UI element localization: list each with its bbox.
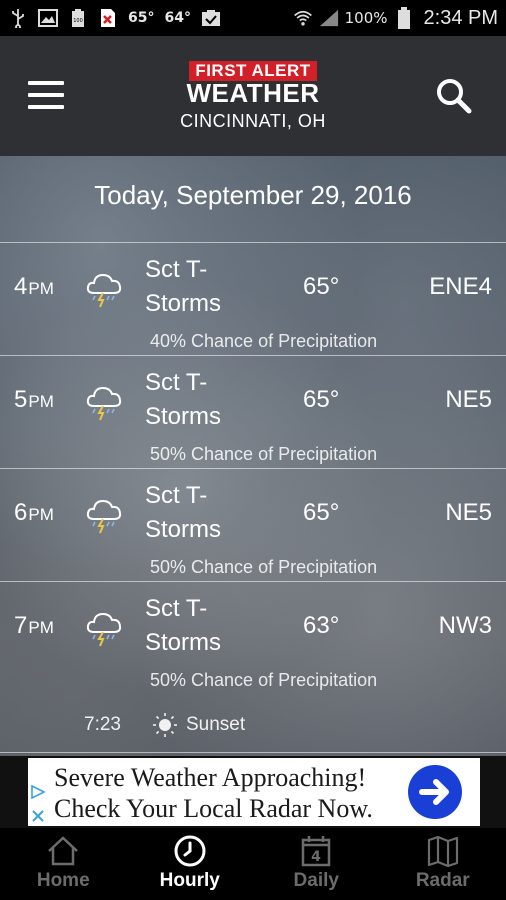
- nav-daily-label: Daily: [293, 870, 339, 891]
- divider: [0, 752, 506, 753]
- hourly-row[interactable]: 7PM Sct T- Storms 63° NW3 50% Chance of Preci…: [0, 582, 506, 694]
- temperature: 63°: [303, 612, 340, 639]
- hour-label: 6PM: [14, 499, 54, 527]
- precip-chance: 40% Chance of Precipitation: [150, 331, 378, 351]
- hour-value: 5: [14, 386, 28, 413]
- hour-ampm: PM: [28, 392, 54, 411]
- thunderstorm-cloud-icon: [86, 273, 122, 308]
- battery-icon: [394, 7, 414, 29]
- map-icon: [427, 835, 458, 868]
- ad-text: Severe Weather Approaching! Check Your L…: [54, 762, 373, 824]
- condition-line-2: Storms: [145, 290, 222, 317]
- hour-value: 4: [14, 273, 28, 300]
- clock-icon: [174, 835, 206, 867]
- ad-go-button[interactable]: [408, 765, 462, 819]
- wind: ENE4: [429, 273, 492, 300]
- sun-icon: [153, 713, 177, 737]
- temperature: 65°: [303, 499, 340, 526]
- date-title: Today, September 29, 2016: [94, 180, 412, 210]
- precip-chance: 50% Chance of Precipitation: [150, 557, 378, 577]
- sunset-row: 7:23 Sunset: [0, 708, 506, 748]
- ad-banner: Severe Weather Approaching! Check Your L…: [0, 756, 506, 828]
- nav-home-label: Home: [36, 870, 90, 891]
- nav-home[interactable]: Home: [0, 828, 127, 900]
- hourly-row[interactable]: 6PM Sct T- Storms 65° NE5 50% Chance of Preci…: [0, 469, 506, 581]
- nav-hourly[interactable]: Hourly: [127, 828, 254, 900]
- status-bar-left: 100 65° 64°: [8, 8, 221, 28]
- temperature: 65°: [303, 386, 340, 413]
- hour-label: 5PM: [14, 386, 54, 414]
- ad-choices-icon[interactable]: [28, 784, 48, 826]
- status-temp-1: 65°: [128, 10, 155, 26]
- nav-radar-label: Radar: [415, 870, 470, 891]
- wind: NE5: [445, 499, 492, 526]
- home-icon: [48, 836, 79, 866]
- hour-ampm: PM: [28, 279, 54, 298]
- ad-content[interactable]: Severe Weather Approaching! Check Your L…: [28, 758, 480, 826]
- condition-label: Sct T- Storms: [145, 592, 285, 660]
- hour-value: 7: [14, 612, 28, 639]
- calendar-icon: 4: [302, 836, 331, 867]
- status-bar-right: 100% 2:34 PM: [293, 7, 498, 30]
- error-icon: [98, 8, 118, 28]
- condition-line-1: Sct T-: [145, 369, 208, 396]
- svg-text:100: 100: [73, 18, 83, 24]
- precip-chance: 50% Chance of Precipitation: [150, 444, 378, 464]
- search-icon: [437, 79, 472, 114]
- hourly-row[interactable]: 5PM Sct T- Storms 65° NE5 50% Chance of Preci…: [0, 356, 506, 468]
- hour-label: 4PM: [14, 273, 54, 301]
- ad-line-1: Severe Weather Approaching!: [54, 763, 367, 792]
- logo-weather: WEATHER: [186, 78, 320, 108]
- condition-line-1: Sct T-: [145, 595, 208, 622]
- search-button[interactable]: [434, 76, 474, 116]
- hour-ampm: PM: [28, 505, 54, 524]
- condition-label: Sct T- Storms: [145, 366, 285, 434]
- status-temp-2: 64°: [164, 10, 191, 26]
- temperature: 65°: [303, 273, 340, 300]
- hour-ampm: PM: [28, 618, 54, 637]
- status-bar: 100 65° 64° 100% 2:34 PM: [0, 0, 506, 36]
- battery-percent: 100%: [344, 9, 388, 27]
- condition-line-2: Storms: [145, 629, 222, 656]
- arrow-right-icon: [419, 779, 449, 805]
- hour-value: 6: [14, 499, 28, 526]
- app-header: FIRST ALERT WEATHER CINCINNATI, OH: [0, 36, 506, 156]
- hour-label: 7PM: [14, 612, 54, 640]
- condition-line-1: Sct T-: [145, 482, 208, 509]
- battery-full-icon: 100: [68, 8, 88, 28]
- wind: NE5: [445, 386, 492, 413]
- nav-radar[interactable]: Radar: [380, 828, 506, 900]
- hourly-forecast[interactable]: Today, September 29, 2016 4PM Sct T- Storm…: [0, 156, 506, 756]
- condition-line-2: Storms: [145, 403, 222, 430]
- thunderstorm-cloud-icon: [86, 612, 122, 647]
- condition-label: Sct T- Storms: [145, 253, 285, 321]
- signal-icon: [319, 8, 339, 28]
- ad-line-2: Check Your Local Radar Now.: [54, 794, 373, 823]
- thunderstorm-cloud-icon: [86, 499, 122, 534]
- sunset-label: Sunset: [186, 714, 246, 735]
- wifi-icon: [293, 8, 313, 28]
- image-icon: [38, 8, 58, 28]
- precip-chance: 50% Chance of Precipitation: [150, 670, 378, 690]
- calendar-badge: 4: [311, 849, 321, 865]
- usb-icon: [8, 8, 28, 28]
- bottom-nav: Home Hourly 4 Daily Radar: [0, 828, 506, 900]
- condition-label: Sct T- Storms: [145, 479, 285, 547]
- condition-line-1: Sct T-: [145, 256, 208, 283]
- clipboard-check-icon: [201, 8, 221, 28]
- app-logo: FIRST ALERT WEATHER CINCINNATI, OH: [0, 61, 506, 132]
- wind: NW3: [438, 612, 492, 639]
- location-label: CINCINNATI, OH: [180, 111, 326, 131]
- condition-line-2: Storms: [145, 516, 222, 543]
- status-time: 2:34 PM: [423, 6, 498, 29]
- thunderstorm-cloud-icon: [86, 386, 122, 421]
- nav-hourly-label: Hourly: [159, 870, 220, 891]
- nav-daily[interactable]: 4 Daily: [253, 828, 380, 900]
- hourly-row[interactable]: 4PM Sct T- Storms 65° ENE4 40% Chance of Prec…: [0, 243, 506, 355]
- sunset-time: 7:23: [84, 714, 121, 735]
